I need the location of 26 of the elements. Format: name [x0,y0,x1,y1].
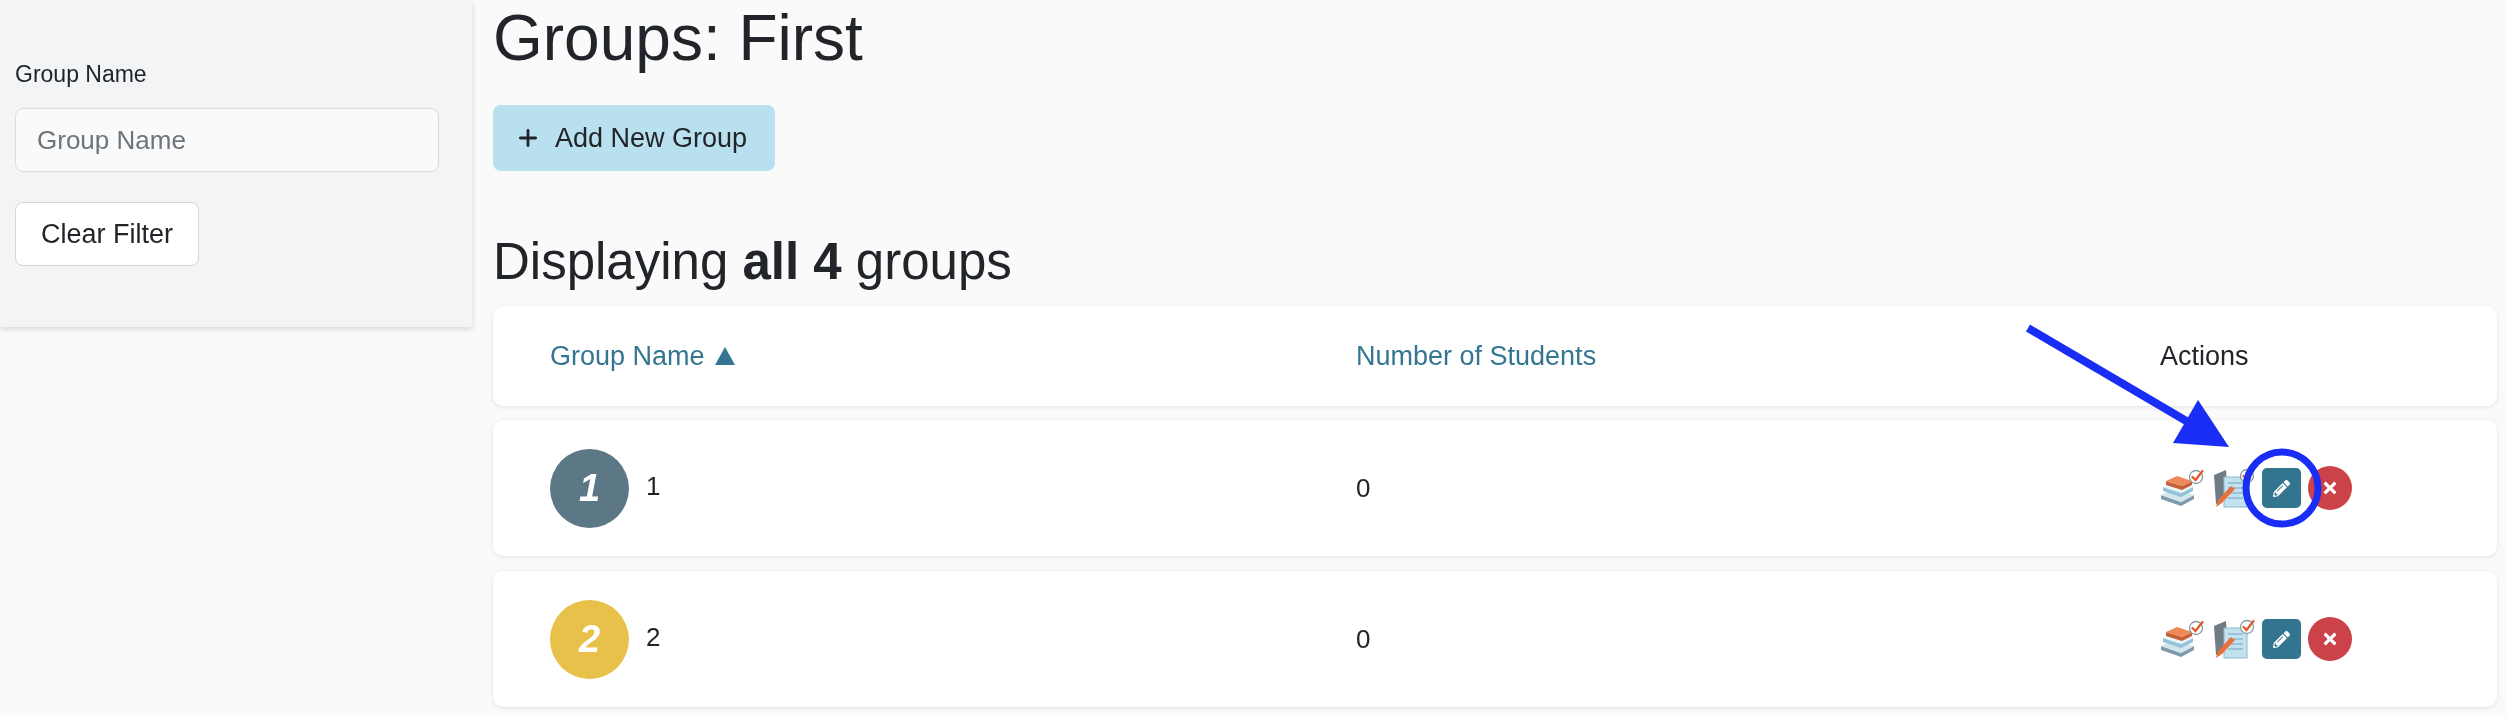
group-name-cell-text: 1 [646,469,661,503]
add-group-button[interactable]: Add New Group [493,105,775,171]
books-icon[interactable] [2160,469,2204,507]
x-icon [2321,479,2339,497]
column-header: Actions [2160,339,2249,373]
number-badge: 2 [550,599,629,679]
x-icon [2321,630,2339,648]
page-title: Groups: First [493,1,863,76]
books-icon[interactable] [2160,620,2204,658]
number-badge: 1 [550,448,629,528]
pencil-icon [2273,630,2290,648]
checklist-icon[interactable] [2211,619,2255,659]
filter-label: Group Name [15,60,147,88]
column-header[interactable]: Group Name [550,335,735,377]
delete-button[interactable] [2308,617,2352,661]
pencil-icon [2273,479,2290,497]
edit-button[interactable] [2262,468,2301,508]
edit-button[interactable] [2262,619,2301,659]
checklist-icon[interactable] [2211,468,2255,508]
student-count-cell-text: 0 [1356,622,1371,656]
student-count-cell-text: 0 [1356,471,1371,505]
group-name-cell-text: 2 [646,620,661,654]
results-summary: Displaying all 4 groups [493,232,1012,292]
filter-input[interactable]: Group Name [15,108,439,172]
clear-filter-button[interactable]: Clear Filter [15,202,199,266]
column-header[interactable]: Number of Students [1356,335,1597,377]
